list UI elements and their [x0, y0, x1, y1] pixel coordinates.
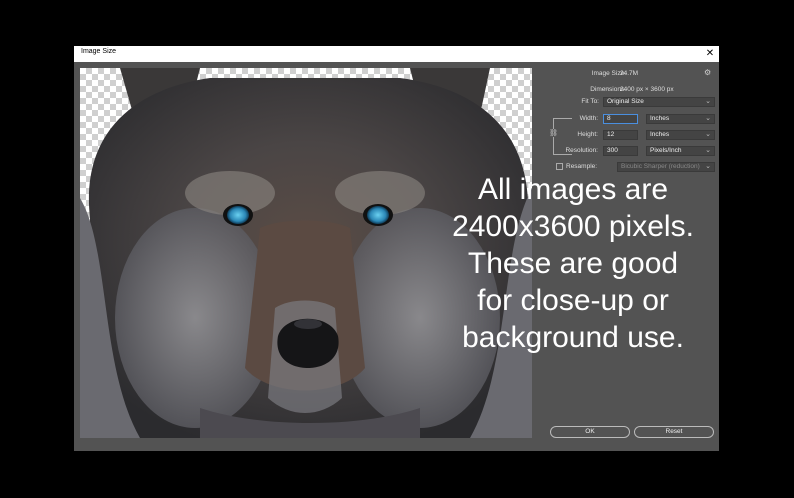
fit-to-select[interactable]: Original Size ⌄	[603, 97, 715, 107]
reset-button[interactable]: Reset	[634, 426, 714, 438]
promo-overlay-text: All images are 2400x3600 pixels. These a…	[452, 173, 694, 354]
chevron-down-icon: ⌄	[705, 147, 711, 154]
width-unit-value: Inches	[650, 115, 670, 122]
resample-label: Resample:	[566, 163, 598, 170]
width-unit-select[interactable]: Inches ⌄	[646, 114, 715, 124]
resample-value: Bicubic Sharper (reduction)	[621, 163, 700, 170]
resample-checkbox[interactable]	[556, 163, 563, 170]
close-button[interactable]: ✕	[704, 47, 716, 60]
fit-to-value: Original Size	[607, 98, 644, 105]
gear-icon[interactable]: ⚙	[704, 68, 711, 77]
height-unit-value: Inches	[650, 131, 670, 138]
chevron-down-icon[interactable]: ⌵	[604, 85, 609, 93]
dialog-title: Image Size	[81, 48, 117, 55]
height-label: Height:	[577, 131, 598, 138]
image-size-value: 24.7M	[620, 70, 639, 77]
resolution-input[interactable]: 300	[603, 146, 638, 156]
dimensions-label: Dimensions:	[590, 86, 626, 93]
resolution-label: Resolution:	[565, 147, 598, 154]
ok-button[interactable]: OK	[550, 426, 630, 438]
image-size-label: Image Size:	[591, 70, 626, 77]
width-label: Width:	[579, 115, 598, 122]
chevron-down-icon: ⌄	[705, 163, 711, 170]
fit-to-label: Fit To:	[581, 98, 599, 105]
dimensions-value: 2400 px × 3600 px	[620, 86, 674, 93]
height-input[interactable]: 12	[603, 130, 638, 140]
title-bar: Image Size ✕	[74, 46, 719, 62]
chevron-down-icon: ⌄	[705, 98, 711, 105]
chevron-down-icon: ⌄	[705, 131, 711, 138]
chevron-down-icon: ⌄	[705, 115, 711, 122]
resolution-unit-select[interactable]: Pixels/Inch ⌄	[646, 146, 715, 156]
width-input[interactable]: 8	[603, 114, 638, 124]
height-unit-select[interactable]: Inches ⌄	[646, 130, 715, 140]
resolution-unit-value: Pixels/Inch	[650, 147, 682, 154]
